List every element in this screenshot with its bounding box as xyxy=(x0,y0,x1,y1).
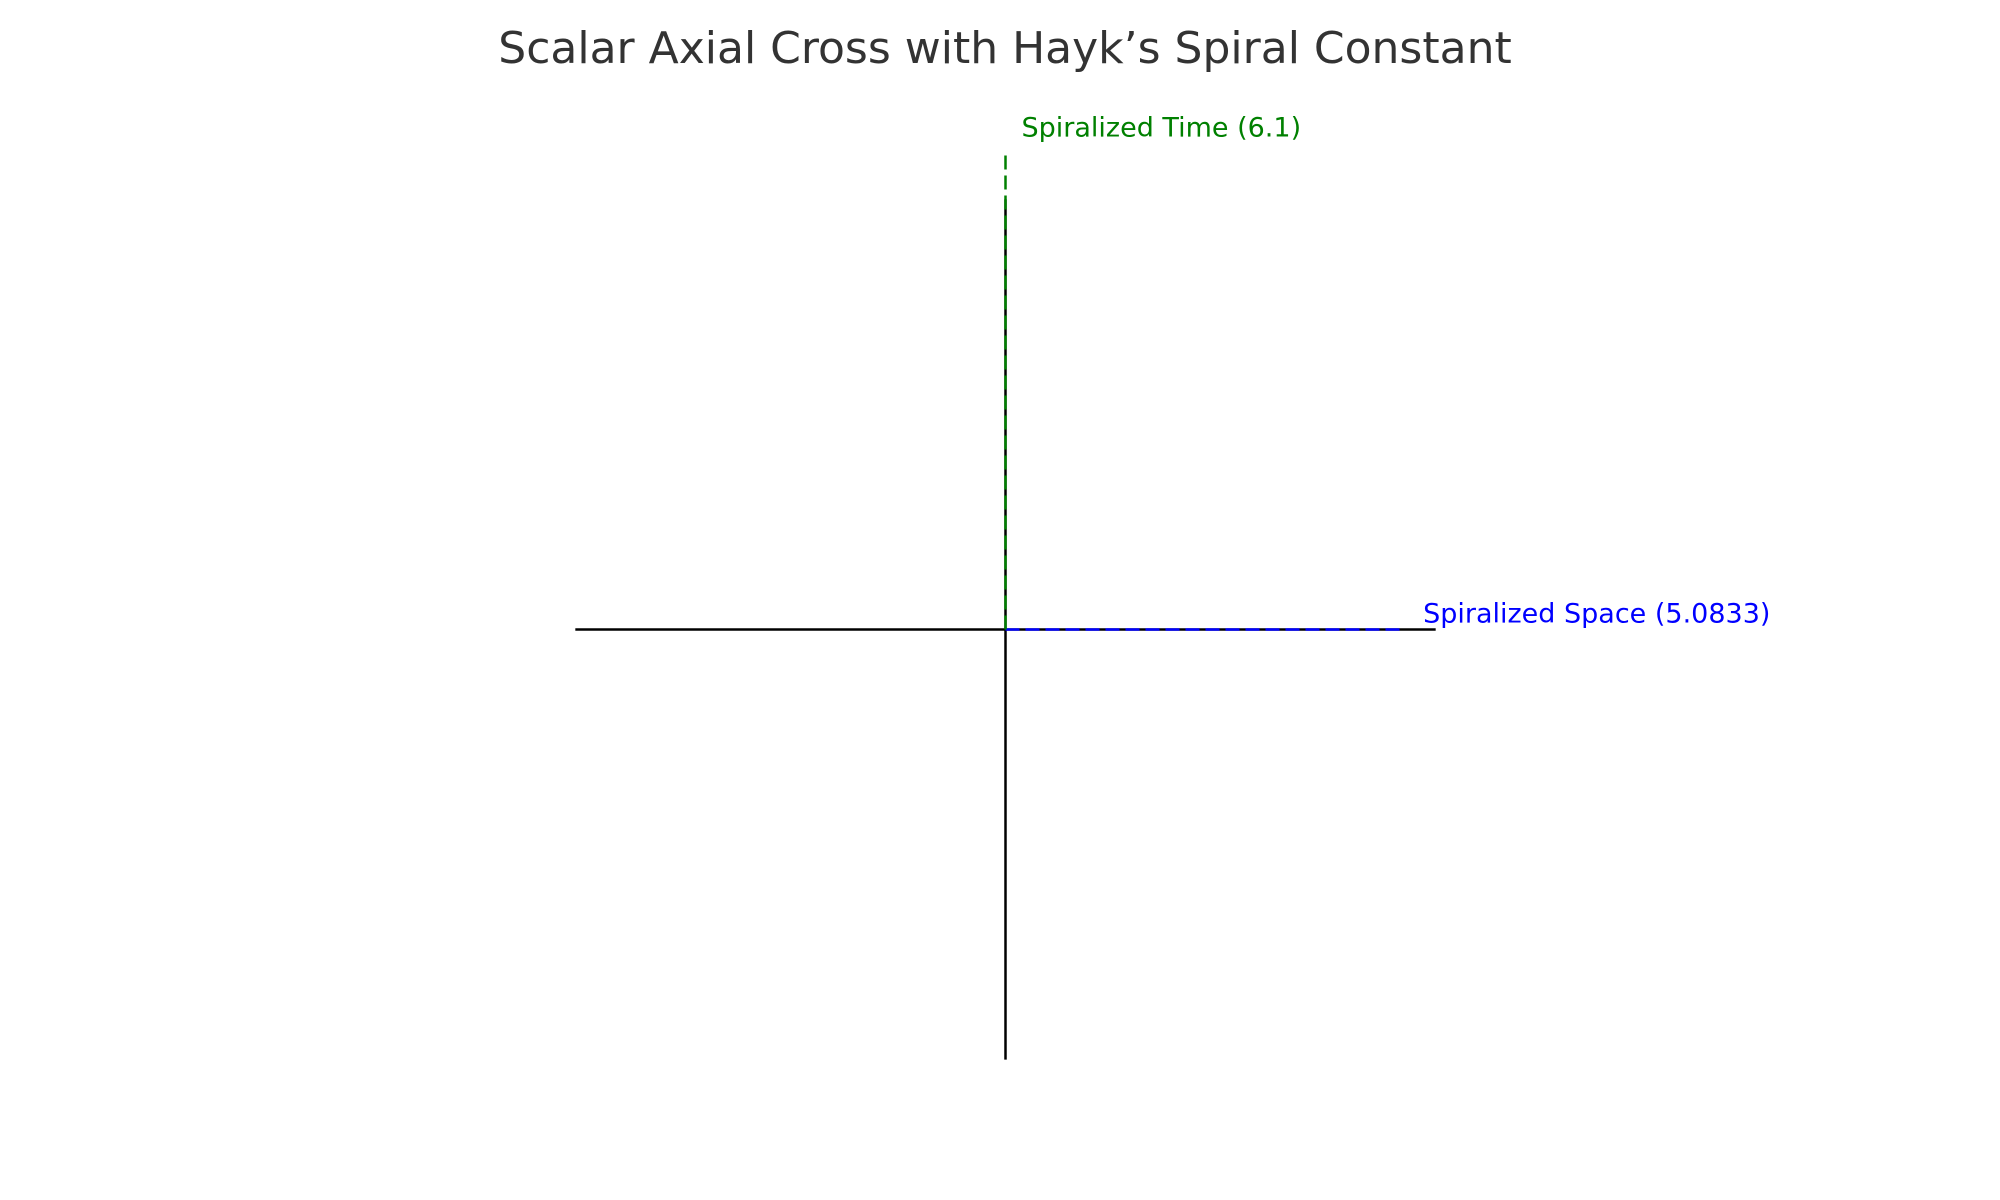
chart: Scalar Axial Cross with Hayk’s Spiral Co… xyxy=(498,23,1771,1060)
series-label-space: Spiralized Space (5.0833) xyxy=(1423,599,1770,630)
chart-title: Scalar Axial Cross with Hayk’s Spiral Co… xyxy=(498,23,1511,74)
label-layer: Spiralized Space (5.0833) Spiralized Time… xyxy=(1022,112,1771,629)
series-layer xyxy=(1004,152,1404,631)
series-label-time: Spiralized Time (6.1) xyxy=(1022,112,1302,143)
